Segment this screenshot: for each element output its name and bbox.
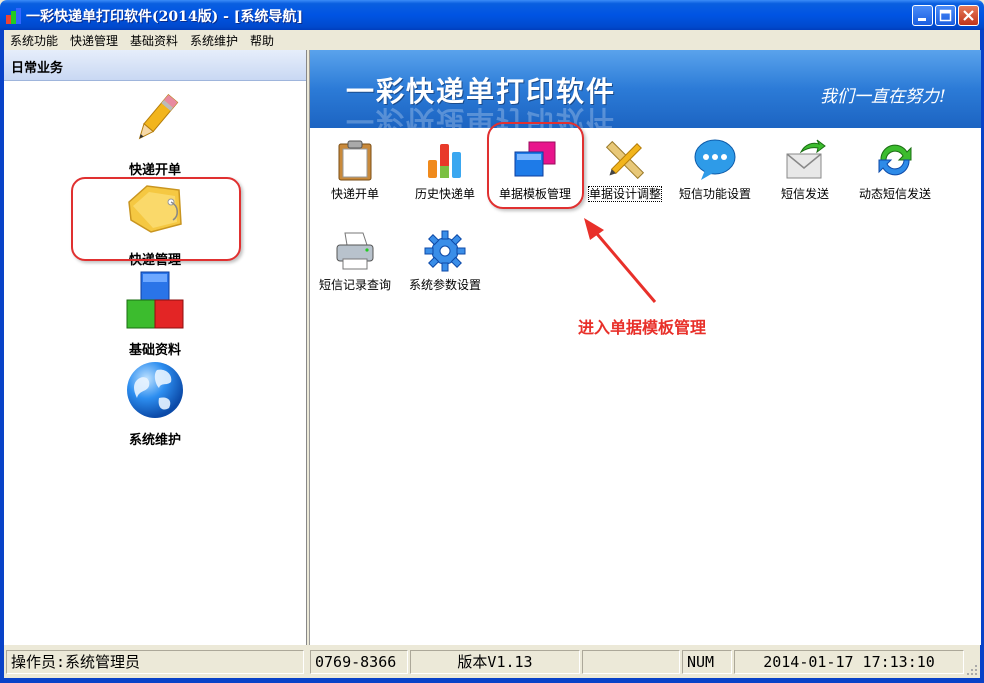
tool-sms-records[interactable]: 短信记录查询 xyxy=(310,223,400,303)
sidebar-header[interactable]: 日常业务 xyxy=(4,50,306,81)
clipboard-icon xyxy=(338,140,372,181)
minimize-icon xyxy=(918,18,926,21)
banner-slogan: 我们一直在努力! xyxy=(820,87,946,107)
highlight-circle-express-management xyxy=(71,177,241,261)
sidebar-item-system-maintenance[interactable]: 系统维护 xyxy=(95,360,215,448)
tool-sms-settings[interactable]: 短信功能设置 xyxy=(670,132,760,212)
status-numlock: NUM xyxy=(682,650,732,674)
tool-history-orders[interactable]: 历史快递单 xyxy=(400,132,490,212)
sidebar-item-label: 基础资料 xyxy=(128,343,181,358)
globe-icon xyxy=(127,362,183,418)
title-bar[interactable]: 一彩快递单打印软件(2014版) - [系统导航] xyxy=(0,0,984,30)
menu-help[interactable]: 帮助 xyxy=(250,32,274,49)
tool-express-order[interactable]: 快递开单 xyxy=(310,132,400,212)
speech-bubble-icon xyxy=(694,139,736,180)
blocks-icon xyxy=(126,271,184,329)
tool-label: 单据设计调整 xyxy=(587,186,663,202)
app-logo-icon xyxy=(6,8,22,24)
main-panel: 一彩快递单打印软件 一彩快递单打印软件 我们一直在努力! 快递开单 历史快递单 xyxy=(309,50,981,645)
close-button[interactable] xyxy=(958,5,979,26)
status-version: 版本V1.13 xyxy=(410,650,580,674)
tool-dynamic-sms-send[interactable]: 动态短信发送 xyxy=(850,132,940,212)
banner: 一彩快递单打印软件 一彩快递单打印软件 我们一直在努力! xyxy=(310,50,981,128)
design-tools-icon xyxy=(605,140,645,180)
menu-bar: 系统功能 快递管理 基础资料 系统维护 帮助 xyxy=(4,30,980,49)
status-bar: 操作员:系统管理员 0769-8366 版本V1.13 NUM 2014-01-… xyxy=(4,648,980,678)
menu-system-maintenance[interactable]: 系统维护 xyxy=(190,32,238,49)
status-datetime: 2014-01-17 17:13:10 xyxy=(734,650,964,674)
tool-label: 系统参数设置 xyxy=(408,278,481,292)
sidebar: 日常业务 快递开单 快递管理 基础资料 系统维护 xyxy=(4,50,307,645)
window-title: 一彩快递单打印软件(2014版) - [系统导航] xyxy=(26,9,304,25)
window-border-bottom xyxy=(0,678,984,683)
resize-grip-icon[interactable] xyxy=(966,664,978,676)
annotation-arrow-icon xyxy=(584,218,657,303)
printer-icon xyxy=(336,232,374,270)
sidebar-item-basic-data[interactable]: 基础资料 xyxy=(95,270,215,358)
menu-system-functions[interactable]: 系统功能 xyxy=(10,32,58,49)
status-empty-cell xyxy=(582,650,680,674)
maximize-button[interactable] xyxy=(935,5,956,26)
sidebar-header-label: 日常业务 xyxy=(11,61,64,76)
status-phone: 0769-8366 xyxy=(310,650,408,674)
sidebar-item-label: 系统维护 xyxy=(128,433,181,448)
tool-sms-send[interactable]: 短信发送 xyxy=(760,132,850,212)
close-icon xyxy=(963,10,974,21)
tool-design-adjust[interactable]: 单据设计调整 xyxy=(580,132,670,212)
annotation-text: 进入单据模板管理 xyxy=(578,318,707,337)
refresh-icon xyxy=(878,144,912,176)
app-window: 一彩快递单打印软件(2014版) - [系统导航] 系统功能 快递管理 基础资料… xyxy=(0,0,984,683)
mail-send-icon xyxy=(786,139,826,179)
gear-icon xyxy=(424,230,466,272)
minimize-button[interactable] xyxy=(912,5,933,26)
tool-label: 动态短信发送 xyxy=(858,187,931,201)
status-operator: 操作员:系统管理员 xyxy=(6,650,304,674)
pencil-icon xyxy=(138,93,179,140)
maximize-icon xyxy=(939,9,952,22)
sidebar-item-express-order[interactable]: 快递开单 xyxy=(95,90,215,178)
sidebar-item-label: 快递开单 xyxy=(128,163,181,178)
menu-express-management[interactable]: 快递管理 xyxy=(70,32,118,49)
highlight-circle-template-management xyxy=(487,122,584,209)
tool-system-parameters[interactable]: 系统参数设置 xyxy=(400,223,490,303)
menu-basic-data[interactable]: 基础资料 xyxy=(130,32,178,49)
bar-chart-icon xyxy=(428,144,461,178)
